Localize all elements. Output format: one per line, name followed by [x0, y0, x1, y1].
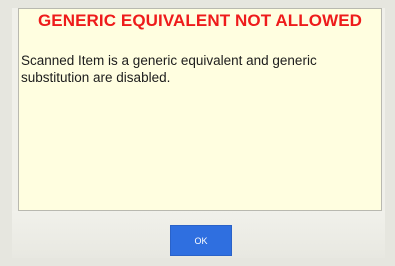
- button-bar: OK: [12, 211, 385, 258]
- dialog-message: Scanned Item is a generic equivalent and…: [21, 53, 317, 85]
- screen-background: GENERIC EQUIVALENT NOT ALLOWED Scanned I…: [0, 0, 395, 266]
- alert-dialog: GENERIC EQUIVALENT NOT ALLOWED Scanned I…: [12, 8, 385, 258]
- message-panel: GENERIC EQUIVALENT NOT ALLOWED Scanned I…: [18, 8, 382, 211]
- ok-button[interactable]: OK: [170, 225, 232, 256]
- dialog-title: GENERIC EQUIVALENT NOT ALLOWED: [37, 11, 363, 30]
